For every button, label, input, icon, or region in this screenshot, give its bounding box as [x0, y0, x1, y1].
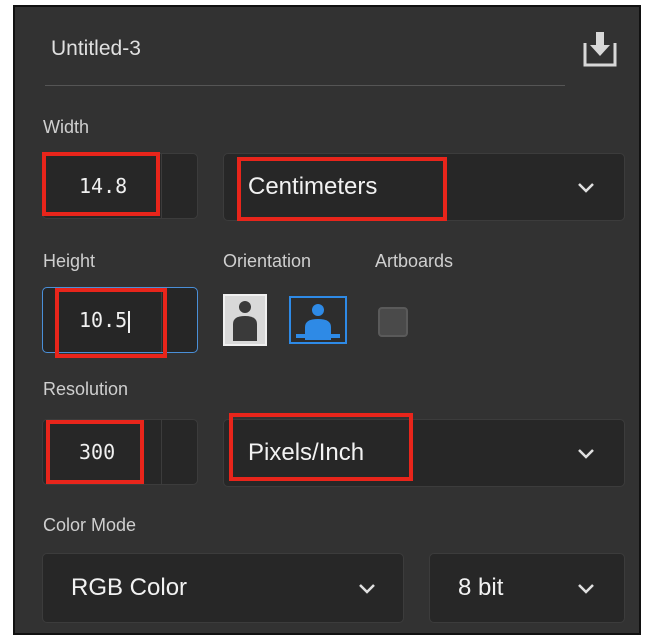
width-unit-select[interactable]: Centimeters: [223, 153, 625, 221]
width-input[interactable]: 14.8: [42, 153, 198, 219]
landscape-person-icon: [296, 304, 340, 340]
resolution-value: 300: [79, 440, 116, 464]
resolution-label: Resolution: [43, 379, 129, 399]
height-label: Height: [43, 251, 96, 271]
document-name-field[interactable]: Untitled-3: [51, 37, 141, 61]
save-preset-button[interactable]: [579, 29, 621, 71]
title-underline: [45, 85, 565, 86]
portrait-person-icon: [233, 301, 257, 341]
height-value: 10.5: [79, 308, 131, 333]
width-value: 14.8: [79, 174, 128, 198]
width-input-divider: [161, 154, 162, 218]
chevron-down-icon: [578, 183, 594, 193]
artboards-label: Artboards: [375, 251, 454, 271]
document-preset-panel: Untitled-3 Width 14.8 Centimeters Height…: [13, 5, 641, 635]
text-caret: [128, 310, 131, 333]
resolution-unit-text: Pixels/Inch: [248, 439, 365, 466]
chevron-down-icon: [578, 584, 594, 594]
width-unit-text: Centimeters: [248, 173, 378, 200]
resolution-unit-select[interactable]: Pixels/Inch: [223, 419, 625, 487]
resolution-input-divider: [161, 420, 162, 484]
color-mode-label: Color Mode: [43, 515, 137, 535]
height-input-divider: [161, 288, 162, 352]
bit-depth-select[interactable]: 8 bit: [429, 553, 625, 623]
save-preset-icon: [583, 32, 617, 67]
orientation-label: Orientation: [223, 251, 312, 271]
bit-depth-text: 8 bit: [458, 574, 504, 601]
portrait-orientation-button[interactable]: [223, 294, 267, 346]
height-input[interactable]: 10.5: [42, 287, 198, 353]
resolution-input[interactable]: 300: [42, 419, 198, 485]
width-label: Width: [43, 117, 90, 137]
chevron-down-icon: [578, 449, 594, 459]
color-mode-text: RGB Color: [71, 574, 188, 601]
artboards-checkbox[interactable]: [378, 307, 408, 337]
chevron-down-icon: [359, 584, 375, 594]
color-mode-select[interactable]: RGB Color: [42, 553, 404, 623]
landscape-orientation-button[interactable]: [289, 296, 347, 344]
